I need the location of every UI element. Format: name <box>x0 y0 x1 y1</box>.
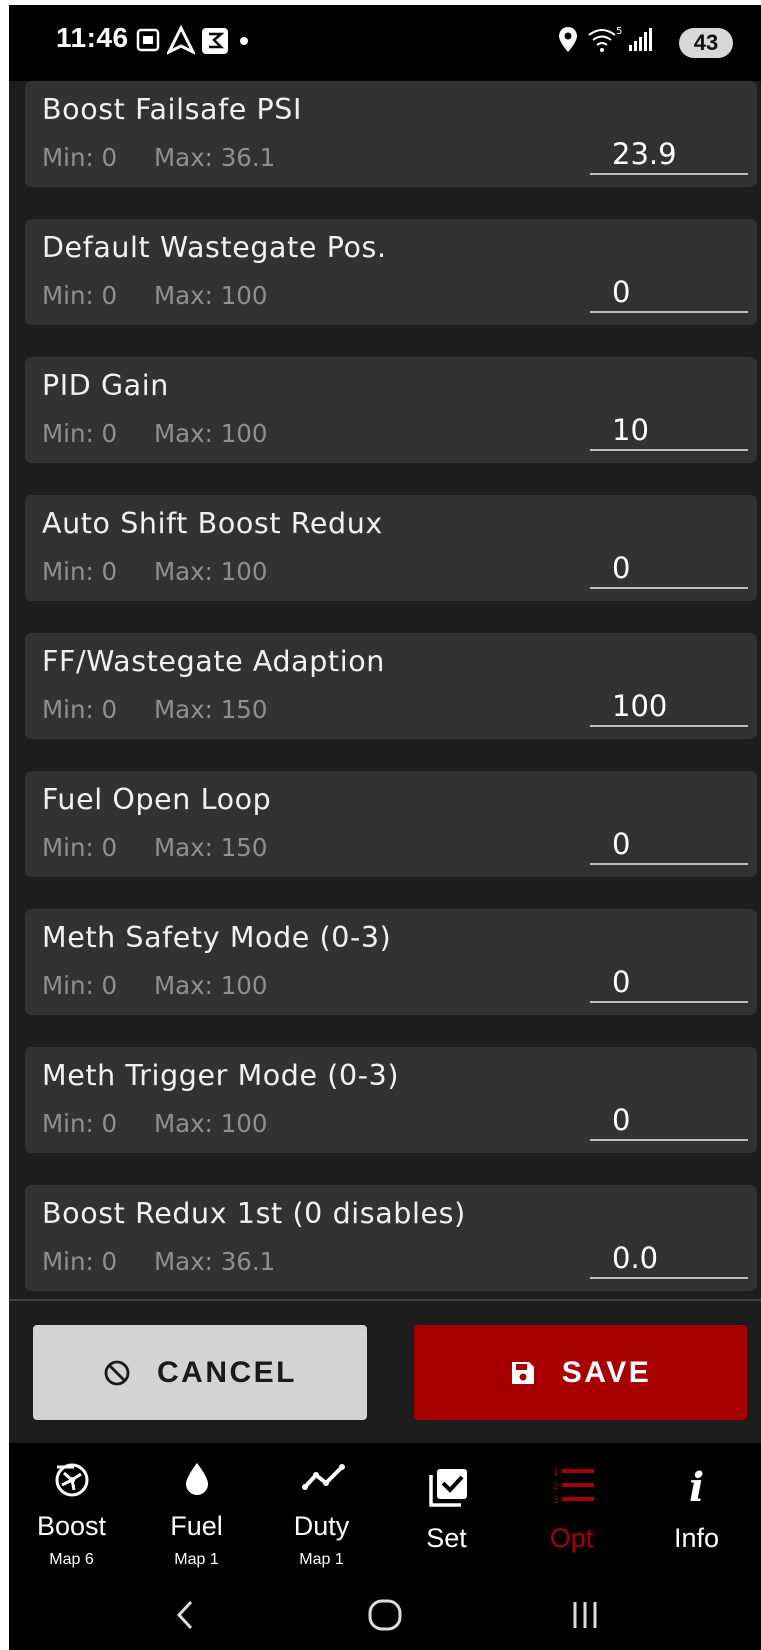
setting-value-input[interactable] <box>590 1239 748 1279</box>
setting-max: Max: 150 <box>154 833 268 862</box>
setting-min: Min: 0 <box>42 143 118 172</box>
setting-max: Max: 150 <box>154 695 268 724</box>
nav-sublabel: Map 1 <box>299 1551 344 1568</box>
trend-line-icon <box>302 1464 345 1490</box>
setting-min: Min: 0 <box>42 281 118 310</box>
setting-card: Default Wastegate Pos. Min: 0 Max: 100 <box>25 219 757 325</box>
svg-text:1: 1 <box>553 1468 559 1478</box>
navigation-arrow-icon <box>165 24 197 60</box>
setting-card: FF/Wastegate Adaption Min: 0 Max: 150 <box>25 633 757 739</box>
status-bar: 11:46 5 43 <box>9 5 761 81</box>
setting-max: Max: 100 <box>154 281 268 310</box>
setting-title: Fuel Open Loop <box>42 783 272 816</box>
divider <box>9 1299 761 1301</box>
turbo-icon <box>55 1463 89 1497</box>
setting-card: Fuel Open Loop Min: 0 Max: 150 <box>25 771 757 877</box>
nav-sublabel: Map 1 <box>174 1551 219 1568</box>
setting-card: Meth Trigger Mode (0-3) Min: 0 Max: 100 <box>25 1047 757 1153</box>
recent-apps-button[interactable] <box>555 1580 615 1650</box>
dot-icon <box>239 25 249 60</box>
numbered-list-icon: 1 2 3 <box>553 1468 594 1505</box>
setting-max: Max: 100 <box>154 419 268 448</box>
checkbox-stack-icon <box>429 1469 467 1507</box>
nav-label: Fuel <box>170 1511 223 1541</box>
setting-title: Meth Safety Mode (0-3) <box>42 921 392 954</box>
setting-min: Min: 0 <box>42 419 118 448</box>
location-icon <box>557 25 579 60</box>
setting-min: Min: 0 <box>42 557 118 586</box>
save-button[interactable]: SAVE <box>414 1325 747 1420</box>
setting-card: Meth Safety Mode (0-3) Min: 0 Max: 100 <box>25 909 757 1015</box>
battery-indicator: 43 <box>679 28 733 58</box>
setting-value-input[interactable] <box>590 687 748 727</box>
floppy-disk-icon <box>511 1361 534 1384</box>
setting-max: Max: 100 <box>154 1109 268 1138</box>
setting-value-input[interactable] <box>590 411 748 451</box>
nav-label: Opt <box>549 1523 594 1553</box>
setting-max: Max: 100 <box>154 557 268 586</box>
app-icon <box>201 25 229 60</box>
signal-icon <box>627 25 653 60</box>
nav-sublabel: Map 6 <box>49 1551 94 1568</box>
bottom-nav: Boost Map 6 Fuel Map 1 Duty Map 1 Set 1 … <box>9 1443 761 1580</box>
save-label: SAVE <box>561 1355 652 1389</box>
home-icon <box>368 1599 402 1631</box>
nav-label: Set <box>426 1523 467 1553</box>
status-time: 11:46 <box>56 22 129 53</box>
svg-text:3: 3 <box>553 1496 559 1505</box>
setting-min: Min: 0 <box>42 971 118 1000</box>
setting-max: Max: 36.1 <box>154 143 276 172</box>
screenshot-icon <box>135 25 161 60</box>
setting-card: PID Gain Min: 0 Max: 100 <box>25 357 757 463</box>
cancel-label: CANCEL <box>157 1355 297 1389</box>
setting-title: Boost Failsafe PSI <box>42 93 303 126</box>
setting-value-input[interactable] <box>590 135 748 175</box>
svg-text:i: i <box>689 1465 704 1505</box>
nav-label: Boost <box>36 1511 107 1541</box>
nav-info[interactable]: i Info <box>634 1443 759 1580</box>
nav-label: Duty <box>293 1511 350 1541</box>
setting-min: Min: 0 <box>42 1109 118 1138</box>
system-nav-bar <box>9 1580 761 1650</box>
setting-title: Default Wastegate Pos. <box>42 231 387 264</box>
nav-duty[interactable]: Duty Map 1 <box>259 1443 384 1580</box>
setting-title: FF/Wastegate Adaption <box>42 645 385 678</box>
setting-value-input[interactable] <box>590 963 748 1003</box>
setting-title: Auto Shift Boost Redux <box>42 507 383 540</box>
setting-value-input[interactable] <box>590 273 748 313</box>
home-button[interactable] <box>355 1580 415 1650</box>
setting-value-input[interactable] <box>590 825 748 865</box>
setting-card: Boost Redux 1st (0 disables) Min: 0 Max:… <box>25 1185 757 1291</box>
wifi-icon: 5 <box>587 25 625 60</box>
recent-apps-icon <box>573 1602 597 1628</box>
setting-max: Max: 100 <box>154 971 268 1000</box>
setting-title: PID Gain <box>42 369 169 402</box>
cancel-button[interactable]: CANCEL <box>33 1325 367 1420</box>
nav-set[interactable]: Set <box>384 1443 509 1580</box>
setting-card: Boost Failsafe PSI Min: 0 Max: 36.1 <box>25 81 757 187</box>
back-icon <box>176 1600 193 1630</box>
nav-opt[interactable]: 1 2 3 Opt <box>509 1443 634 1580</box>
setting-title: Boost Redux 1st (0 disables) <box>42 1197 466 1230</box>
setting-value-input[interactable] <box>590 549 748 589</box>
info-icon: i <box>689 1465 704 1505</box>
setting-min: Min: 0 <box>42 833 118 862</box>
setting-min: Min: 0 <box>42 1247 118 1276</box>
setting-card: Auto Shift Boost Redux Min: 0 Max: 100 <box>25 495 757 601</box>
app-screen: 11:46 5 43 Boost Failsafe PSI Min: 0 Max… <box>9 5 761 1650</box>
cancel-icon <box>104 1360 130 1385</box>
svg-text:5: 5 <box>616 26 622 37</box>
nav-boost[interactable]: Boost Map 6 <box>9 1443 134 1580</box>
back-button[interactable] <box>155 1580 215 1650</box>
setting-min: Min: 0 <box>42 695 118 724</box>
svg-text:2: 2 <box>553 1482 559 1492</box>
nav-label: Info <box>673 1523 720 1553</box>
nav-fuel[interactable]: Fuel Map 1 <box>134 1443 259 1580</box>
fuel-drop-icon <box>186 1463 208 1495</box>
setting-max: Max: 36.1 <box>154 1247 276 1276</box>
setting-title: Meth Trigger Mode (0-3) <box>42 1059 400 1092</box>
setting-value-input[interactable] <box>590 1101 748 1141</box>
